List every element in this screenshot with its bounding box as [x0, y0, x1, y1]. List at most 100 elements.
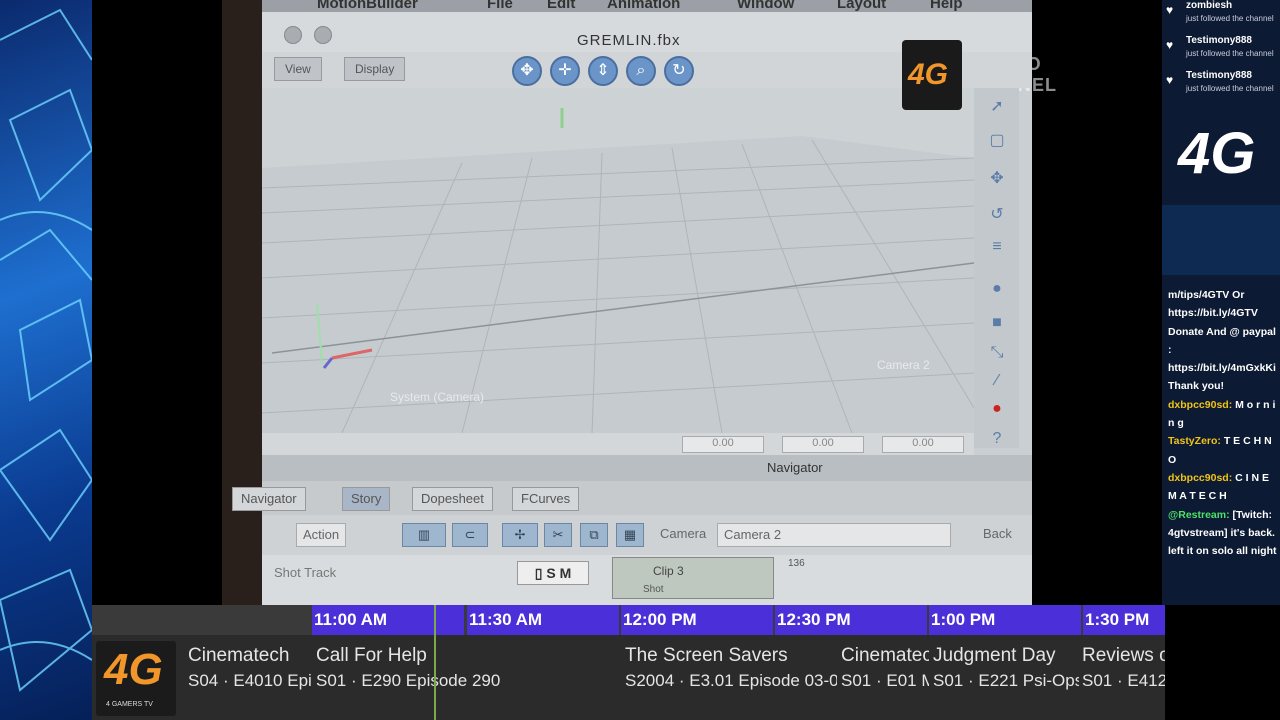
program-guide: 11:00 AM 11:30 AM 12:00 PM 12:30 PM 1:00…	[92, 605, 1165, 720]
heart-icon: ♥	[1166, 73, 1174, 87]
pan-icon: ✥	[512, 56, 542, 86]
program-cell: Judgment Day S01 · E221 Psi-Ops,	[933, 643, 1079, 718]
menu-help: Help	[930, 0, 963, 12]
program-episode: S01 · E412	[1082, 671, 1165, 690]
track-icon: ⊂	[452, 523, 488, 547]
3d-viewport: System (Camera) Camera 2	[262, 88, 974, 433]
right-tool-column: ➚ ▢ ✥ ↺ ≡ ● ■ ⤡ ∕ ● ?	[974, 88, 1019, 448]
program-episode: S04 · E4010 Episode	[188, 671, 312, 690]
clip-label: Clip 3	[653, 564, 684, 578]
pointer-icon: ➚	[990, 98, 1004, 115]
follow-alert: ♥ Testimony888 just followed the channel	[1162, 35, 1280, 71]
document-title: GREMLIN.fbx	[577, 32, 681, 49]
program-title: Cinematech	[841, 645, 929, 666]
menu-edit: Edit	[547, 0, 576, 12]
viewport-camera-label: Camera 2	[877, 358, 930, 372]
program-episode: S01 · E01 M	[841, 671, 929, 690]
chat-decorative-band	[1162, 205, 1280, 275]
cut-icon: ✂	[544, 523, 572, 547]
time-slot: 11:00 AM	[312, 605, 464, 635]
shot-track-label: Shot Track	[274, 565, 337, 580]
clip-number: 136	[788, 558, 805, 569]
program-episode: S01 · E290 Episode 290	[316, 671, 501, 690]
time-slot: 12:00 PM	[621, 605, 773, 635]
transform-icon: ⤡	[990, 344, 1004, 361]
current-time-indicator	[434, 605, 436, 720]
tab-dopesheet: Dopesheet	[412, 487, 493, 511]
tab-navigator: Navigator	[232, 487, 306, 511]
program-cell: The Screen Savers S2004 · E3.01 Episode …	[625, 643, 837, 718]
translate-icon: ✥	[990, 170, 1004, 187]
view-button: View	[274, 57, 322, 81]
chat-message-text: m/tips/4GTV Or https://bit.ly/4GTV Donat…	[1168, 289, 1276, 393]
chat-message: dxbpcc90sd: M o r n i n g	[1168, 396, 1280, 433]
follow-username: zombiesh	[1186, 0, 1233, 11]
program-title: Call For Help	[316, 645, 427, 666]
help-icon: ?	[992, 430, 1002, 447]
program-cell: Reviews o S01 · E412	[1082, 643, 1165, 718]
clip-short-label: Shot	[643, 584, 664, 595]
layout-icon: ▥	[402, 523, 446, 547]
cube-icon: ■	[992, 314, 1002, 331]
chat-panel: ♥ zombiesh just followed the channel ♥ T…	[1162, 0, 1280, 605]
menu-app: MotionBuilder	[317, 0, 418, 12]
chat-username: @Restream:	[1168, 508, 1230, 521]
guide-logo-text: 4G	[104, 645, 163, 694]
video-player[interactable]: MotionBuilder File Edit Animation Window…	[92, 0, 1162, 605]
guide-time-header: 11:00 AM 11:30 AM 12:00 PM 12:30 PM 1:00…	[92, 605, 1165, 635]
channel-logo-text: 4G	[908, 58, 949, 91]
split-icon: ✢	[502, 523, 538, 547]
chat-message: m/tips/4GTV Or https://bit.ly/4GTV Donat…	[1168, 286, 1280, 396]
program-title: Judgment Day	[933, 645, 1056, 666]
time-slot: 1:30 PM	[1083, 605, 1165, 635]
story-tab-row: Navigator Story Dopesheet FCurves	[232, 481, 1032, 515]
follow-username: Testimony888	[1186, 70, 1252, 81]
time-slot: 11:30 AM	[467, 605, 619, 635]
chat-message: TastyZero: T E C H N O	[1168, 432, 1280, 469]
follow-alert: ♥ zombiesh just followed the channel	[1162, 0, 1280, 36]
menu-animation: Animation	[607, 0, 681, 12]
follow-username: Testimony888	[1186, 35, 1252, 46]
tab-story: Story	[342, 487, 391, 511]
program-title: Reviews o	[1082, 645, 1165, 666]
chat-username: dxbpcc90sd:	[1168, 471, 1233, 484]
channel-logo-overlay: 4G	[902, 40, 962, 110]
time-strip: 0.00 0.00 0.00	[262, 433, 974, 455]
time-field-end: 0.00	[882, 436, 964, 453]
program-cell: Call For Help S01 · E290 Episode 290	[316, 643, 616, 718]
navigator-bar: Navigator	[262, 455, 1032, 481]
orbit-icon: ↻	[664, 56, 694, 86]
tab-fcurves: FCurves	[512, 487, 580, 511]
back-label: Back	[983, 526, 1012, 541]
time-slot: 12:30 PM	[775, 605, 927, 635]
action-dropdown: Action	[296, 523, 347, 547]
chat-username: TastyZero:	[1168, 435, 1221, 448]
sphere-icon: ●	[992, 280, 1002, 297]
time-slot: 1:00 PM	[929, 605, 1081, 635]
program-episode: S2004 · E3.01 Episode 03-0	[625, 671, 837, 690]
viewport-system-label: System (Camera)	[390, 390, 485, 404]
program-title: Cinematech	[188, 645, 290, 666]
camera-field: Camera 2	[717, 523, 951, 547]
select-icon: ▢	[989, 132, 1005, 149]
display-button: Display	[344, 57, 406, 81]
program-title: The Screen Savers	[625, 645, 788, 666]
program-episode: S01 · E221 Psi-Ops,	[933, 671, 1079, 690]
time-field-start: 0.00	[682, 436, 764, 453]
solo-mute-icons: ▯ S M	[517, 561, 589, 585]
chat-messages: m/tips/4GTV Or https://bit.ly/4GTV Donat…	[1168, 286, 1280, 560]
story-toolbar: Action ▥ ⊂ ✢ ✂ ⧉ ▦ Camera Camera 2 Back	[262, 515, 1032, 555]
follow-alert: ♥ Testimony888 just followed the channel	[1162, 70, 1280, 106]
guide-logo-subtext: 4 GAMERS TV	[106, 701, 153, 708]
window-close-icon	[284, 26, 302, 44]
image-icon: ▦	[616, 523, 644, 547]
shot-clip: Clip 3 Shot 136	[612, 557, 805, 599]
menu-file: File	[487, 0, 513, 12]
dolly-icon: ⇕	[588, 56, 618, 86]
window-minimize-icon	[314, 26, 332, 44]
camera-label: Camera	[660, 526, 707, 541]
app-menubar: MotionBuilder File Edit Animation Window…	[262, 0, 1032, 12]
left-decorative-background	[0, 0, 92, 720]
follow-text: just followed the channel	[1186, 84, 1274, 93]
scale-icon: ≡	[992, 238, 1002, 255]
